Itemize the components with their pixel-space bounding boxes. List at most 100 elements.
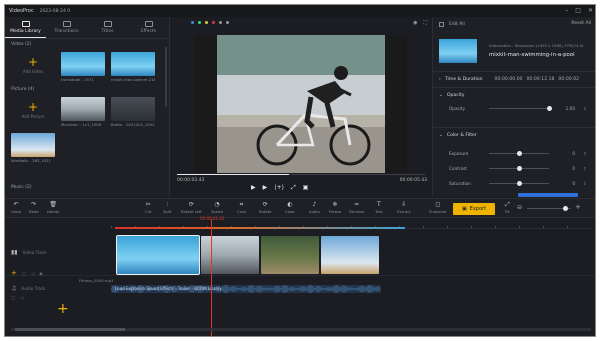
preview-panel: ◉ ⛶ 00:00:02.43 00:00:05.43 ▶ ▶ ⟨+⟩ ⤢ ▣ bbox=[171, 17, 431, 197]
tab-titles[interactable]: Titles bbox=[87, 17, 128, 38]
picture-thumbnail bbox=[11, 133, 55, 157]
tool-undo[interactable]: ↶ Undo bbox=[11, 201, 21, 214]
tool-crop[interactable]: ⌗ Crop bbox=[237, 201, 246, 214]
tool-color[interactable]: ◐ Color bbox=[285, 201, 295, 214]
edit-all-checkbox[interactable] bbox=[439, 21, 444, 27]
color-filter-section[interactable]: ⌄ Color & Filter bbox=[433, 129, 595, 141]
tool-denoise[interactable]: ≈ Denoise bbox=[349, 201, 364, 214]
next-frame-icon[interactable]: ▶ bbox=[263, 184, 268, 192]
mute-icon[interactable]: ◁ bbox=[20, 295, 23, 300]
opacity-slider[interactable] bbox=[489, 105, 552, 111]
tab-effects[interactable]: Effects bbox=[128, 17, 169, 38]
video-clip[interactable] bbox=[321, 236, 379, 274]
add-video-button[interactable]: + Add Video bbox=[11, 52, 55, 78]
slider-knob[interactable] bbox=[563, 206, 568, 211]
media-library-icon bbox=[21, 20, 30, 27]
slider-knob[interactable] bbox=[516, 180, 522, 186]
exposure-slider[interactable] bbox=[489, 150, 549, 156]
stepper-icon[interactable]: ⇕ bbox=[583, 181, 587, 186]
fit-button[interactable]: ⤢ Fit bbox=[505, 201, 510, 214]
close-icon[interactable]: ✕ bbox=[588, 7, 593, 14]
tool-delete[interactable]: 🗑 Delete bbox=[47, 201, 59, 214]
add-track-icon[interactable]: + bbox=[11, 269, 17, 277]
stepper-icon[interactable]: ⇕ bbox=[583, 166, 587, 171]
export-button[interactable]: ▣ Export bbox=[453, 203, 495, 215]
color-tag-dot[interactable] bbox=[226, 20, 229, 24]
slider-knob[interactable] bbox=[516, 165, 522, 171]
playhead[interactable] bbox=[211, 219, 212, 336]
color-tag-dot[interactable] bbox=[219, 20, 222, 24]
tool-split[interactable]: ⫶ Split bbox=[163, 201, 171, 214]
media-item[interactable]: mixkit-man-swimm 2186 bbox=[111, 52, 155, 82]
add-picture-button[interactable]: + Add Picture bbox=[11, 97, 55, 123]
slider-knob[interactable] bbox=[516, 150, 522, 156]
timeline: ▮▮ Video Track + ▢ ◁ ◉ ♫ Audio Track ▢ ◁… bbox=[5, 216, 595, 336]
video-clip[interactable] bbox=[261, 236, 319, 274]
tool-rotate-left[interactable]: ⟳ Rotate Left bbox=[181, 201, 202, 214]
color-tag-dot[interactable] bbox=[205, 20, 208, 24]
visibility-icon[interactable]: ◉ bbox=[39, 271, 43, 276]
video-thumbnail bbox=[61, 52, 105, 76]
tool-text[interactable]: T Text bbox=[375, 201, 383, 214]
stepper-icon[interactable]: ⇕ bbox=[583, 151, 587, 156]
opacity-value[interactable]: 1.00 bbox=[559, 106, 575, 111]
zoom-out-icon[interactable]: ⊖ bbox=[517, 204, 522, 211]
tool-redo[interactable]: ↷ Redo bbox=[29, 201, 39, 214]
properties-header: Edit All Reset All bbox=[433, 17, 595, 31]
mute-icon[interactable]: ◁ bbox=[31, 271, 34, 276]
snapshot-icon[interactable]: ◉ bbox=[413, 20, 417, 26]
lock-icon[interactable]: ▢ bbox=[11, 295, 15, 300]
expand-icon[interactable]: ⤢ bbox=[291, 184, 296, 192]
time-duration-section[interactable]: › Time & Duration 00:00:00.00 00:00:12.1… bbox=[433, 73, 595, 85]
zoom-slider[interactable] bbox=[527, 206, 571, 211]
tool-freeze[interactable]: ❄ Freeze bbox=[329, 201, 341, 214]
trim-icon[interactable]: ⟨+⟩ bbox=[274, 184, 284, 192]
tab-transitions[interactable]: Transitions bbox=[46, 17, 87, 38]
opacity-section[interactable]: ⌄ Opacity bbox=[433, 89, 595, 101]
picture-section-header[interactable]: Picture (4) bbox=[5, 84, 169, 95]
reset-all-button[interactable]: Reset All bbox=[571, 21, 591, 26]
color-tag-dot[interactable] bbox=[212, 20, 215, 24]
zoom-in-icon[interactable]: + bbox=[575, 203, 581, 211]
tool-audio[interactable]: ♪ Audio bbox=[309, 201, 320, 214]
screenshot-icon[interactable]: ▣ bbox=[303, 184, 309, 192]
app-title: VideoProc bbox=[9, 8, 34, 14]
tab-media-library[interactable]: Media Library bbox=[5, 17, 46, 38]
apply-button[interactable] bbox=[518, 193, 578, 197]
color-tag-dot[interactable] bbox=[191, 20, 194, 24]
preview-scrubber[interactable] bbox=[177, 174, 425, 175]
saturation-value[interactable]: 0 bbox=[559, 181, 575, 186]
video-clip[interactable] bbox=[201, 236, 259, 274]
tool-speed[interactable]: ◔ Speed bbox=[211, 201, 223, 214]
media-item[interactable]: Bottle - 0021202_1002 bbox=[111, 97, 155, 127]
video-frame[interactable] bbox=[195, 35, 407, 173]
tool-cut[interactable]: ✂ Cut bbox=[145, 201, 152, 214]
contrast-slider[interactable] bbox=[489, 165, 549, 171]
exposure-value[interactable]: 0 bbox=[559, 151, 575, 156]
maximize-icon[interactable]: □ bbox=[575, 7, 581, 14]
library-scrollbar[interactable] bbox=[165, 47, 167, 107]
media-item[interactable]: Mountain - 1c1_1008 bbox=[61, 97, 105, 127]
selection-range[interactable] bbox=[115, 227, 405, 229]
color-tag-dot[interactable] bbox=[198, 20, 201, 24]
minimize-icon[interactable]: – bbox=[565, 7, 568, 14]
video-section-header[interactable]: Video (2) bbox=[5, 39, 169, 50]
scrollbar-thumb[interactable] bbox=[15, 328, 125, 331]
music-section-header[interactable]: Music (2) bbox=[5, 182, 38, 193]
video-clip[interactable] bbox=[116, 235, 200, 275]
stepper-icon[interactable]: ⇕ bbox=[583, 106, 587, 111]
tool-extract[interactable]: ⇩ Extract bbox=[397, 201, 411, 214]
fullscreen-icon[interactable]: ⛶ bbox=[423, 20, 427, 26]
time-ruler[interactable] bbox=[111, 219, 591, 229]
lock-icon[interactable]: ▢ bbox=[22, 271, 26, 276]
slider-knob[interactable] bbox=[546, 105, 552, 111]
tool-snapshot[interactable]: ◻ Snapshot bbox=[429, 201, 447, 214]
contrast-value[interactable]: 0 bbox=[559, 166, 575, 171]
saturation-slider[interactable] bbox=[489, 180, 549, 186]
tool-rotate[interactable]: ⟳ Rotate bbox=[259, 201, 271, 214]
timeline-scrollbar[interactable] bbox=[11, 328, 591, 331]
media-item[interactable]: transitude - 1571 bbox=[61, 52, 105, 82]
media-item[interactable]: Windfalls - 285_1021 bbox=[11, 133, 55, 163]
play-icon[interactable]: ▶ bbox=[251, 184, 256, 192]
add-media-icon[interactable]: + bbox=[57, 301, 69, 317]
